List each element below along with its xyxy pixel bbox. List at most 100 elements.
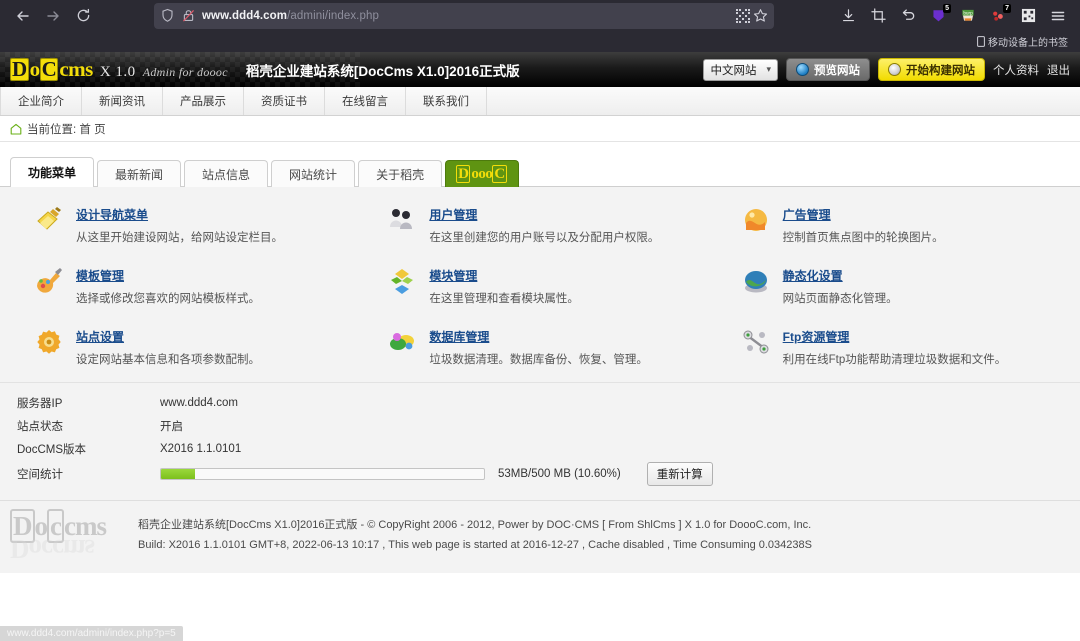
logo-letters-cms: cms	[59, 57, 93, 81]
menu-title-user-manage[interactable]: 用户管理	[429, 206, 477, 223]
page-title: 稻壳企业建站系统[DocCms X1.0]2016正式版	[245, 63, 520, 79]
menu-title-static-settings[interactable]: 静态化设置	[783, 267, 843, 284]
menu-desc-static-settings: 网站页面静态化管理。	[782, 293, 898, 306]
storage-progress-bar	[160, 468, 485, 481]
logout-link[interactable]: 退出	[1047, 62, 1070, 78]
tab-site-stats[interactable]: 网站统计	[271, 160, 356, 187]
menu-desc-design-nav: 从这里开始建设网站，给网站设定栏目。	[76, 232, 283, 244]
menu-title-module-manage[interactable]: 模块管理	[429, 267, 477, 284]
menu-desc-site-settings: 设定网站基本信息和各项参数配制。	[76, 354, 260, 367]
extension-purple-badge: 5	[943, 3, 951, 13]
bookmark-label: 移动设备上的书签	[988, 38, 1068, 49]
menu-title-template-manage[interactable]: 模板管理	[76, 267, 124, 284]
brand-logo-c: C	[492, 164, 507, 183]
reload-icon[interactable]	[68, 3, 98, 29]
function-menu-grid: 设计导航菜单 从这里开始建设网站，给网站设定栏目。 用户管理 在这里创建您的用户…	[10, 205, 1070, 368]
star-icon[interactable]	[753, 8, 768, 23]
menu-title-ad-manage[interactable]: 广告管理	[783, 206, 831, 223]
forward-arrow-icon[interactable]	[38, 3, 68, 29]
site-nav-item-certificates[interactable]: 资质证书	[244, 87, 325, 115]
undo-arrow-icon[interactable]	[894, 3, 922, 29]
menu-item-design-nav[interactable]: 设计导航菜单 从这里开始建设网站，给网站设定栏目。	[10, 205, 363, 246]
header-actions: 中文网站 ▾ 预览网站 开始构建网站 个人资料 退出	[703, 58, 1080, 81]
profile-link[interactable]: 个人资料	[993, 62, 1039, 78]
extension-red-icon[interactable]: 7	[984, 3, 1012, 29]
browser-status-bar: www.ddd4.com/admini/index.php?p=5	[0, 626, 183, 641]
address-bar[interactable]: www.ddd4.com/admini/index.php	[154, 2, 774, 29]
menu-desc-ad-manage: 控制首页焦点图中的轮换图片。	[782, 232, 944, 244]
info-label-storage: 空间统计	[17, 469, 63, 482]
menu-text-static-settings: 静态化设置 网站页面静态化管理。	[783, 266, 898, 307]
menu-title-design-nav[interactable]: 设计导航菜单	[76, 206, 148, 223]
server-info-table: 服务器IP www.ddd4.com 站点状态 开启 DocCMS版本 X201…	[0, 383, 1080, 501]
app-version: X 1.0	[99, 64, 136, 80]
info-row-version: DocCMS版本 X2016 1.1.0101	[0, 437, 1080, 460]
menu-item-template-manage[interactable]: 模板管理 选择或修改您喜欢的网站模板样式。	[10, 266, 363, 307]
info-value-server-ip: www.ddd4.com	[160, 396, 238, 409]
qr-code-icon[interactable]	[736, 8, 750, 23]
info-label-server-ip: 服务器IP	[17, 397, 63, 410]
brand-logo-mark: Dooo C	[456, 164, 508, 183]
burp-extension-icon[interactable]: burp	[954, 3, 982, 29]
tab-brand-logo[interactable]: Dooo C	[445, 160, 519, 187]
menu-item-module-manage[interactable]: 模块管理 在这里管理和查看模块属性。	[363, 266, 716, 307]
tab-site-info[interactable]: 站点信息	[184, 160, 269, 187]
tab-about[interactable]: 关于稻壳	[358, 160, 443, 187]
site-nav-item-about[interactable]: 企业简介	[0, 87, 82, 115]
bookmark-mobile-folder[interactable]: 移动设备上的书签	[973, 33, 1072, 50]
preview-site-button[interactable]: 预览网站	[786, 58, 870, 81]
menu-item-user-manage[interactable]: 用户管理 在这里创建您的用户账号以及分配用户权限。	[363, 205, 716, 246]
menu-title-database-manage[interactable]: 数据库管理	[429, 328, 489, 345]
menu-item-ad-manage[interactable]: 广告管理 控制首页焦点图中的轮换图片。	[717, 205, 1070, 246]
info-value-site-status: 开启	[160, 420, 183, 433]
footer-text: 稻壳企业建站系统[DocCms X1.0]2016正式版 - © CopyRig…	[138, 515, 812, 556]
menu-text-site-settings: 站点设置 设定网站基本信息和各项参数配制。	[76, 327, 260, 368]
menu-title-site-settings[interactable]: 站点设置	[76, 328, 124, 345]
static-settings-icon	[744, 271, 767, 293]
extension-purple-icon[interactable]: 5	[924, 3, 952, 29]
site-nav-item-products[interactable]: 产品展示	[163, 87, 244, 115]
menu-desc-database-manage: 垃圾数据清理。数据库备份、恢复、管理。	[429, 354, 648, 367]
menu-item-static-settings[interactable]: 静态化设置 网站页面静态化管理。	[717, 266, 1070, 307]
build-site-button[interactable]: 开始构建网站	[878, 58, 985, 81]
tab-function-menu[interactable]: 功能菜单	[10, 157, 95, 187]
footer-build-line: Build: X2016 1.1.0101 GMT+8, 2022-06-13 …	[138, 539, 812, 552]
site-nav-item-news[interactable]: 新闻资讯	[82, 87, 163, 115]
build-site-label: 开始构建网站	[906, 64, 975, 77]
downloads-icon[interactable]	[834, 3, 862, 29]
site-nav-item-message[interactable]: 在线留言	[325, 87, 406, 115]
brand-logo-d: D	[456, 164, 471, 183]
info-label-version: DocCMS版本	[17, 443, 87, 456]
site-nav: 企业简介 新闻资讯 产品展示 资质证书 在线留言 联系我们	[0, 87, 1080, 116]
database-manage-icon	[390, 333, 415, 351]
recalculate-button[interactable]: 重新计算	[646, 462, 713, 487]
url-text[interactable]: www.ddd4.com/admini/index.php	[202, 10, 730, 22]
menu-item-ftp-manage[interactable]: Ftp资源管理 利用在线Ftp功能帮助清理垃圾数据和文件。	[717, 327, 1070, 368]
menu-item-site-settings[interactable]: 站点设置 设定网站基本信息和各项参数配制。	[10, 327, 363, 368]
menu-text-design-nav: 设计导航菜单 从这里开始建设网站，给网站设定栏目。	[76, 205, 283, 246]
disc-icon	[888, 63, 901, 76]
back-arrow-icon[interactable]	[8, 3, 38, 29]
footer-copyright-line: 稻壳企业建站系统[DocCms X1.0]2016正式版 - © CopyRig…	[138, 518, 812, 531]
app-subtitle: Admin for doooc	[142, 65, 228, 79]
language-select-value: 中文网站	[710, 64, 757, 77]
user-manage-icon	[390, 209, 413, 229]
menu-desc-module-manage: 在这里管理和查看模块属性。	[429, 293, 579, 306]
browser-nav-row: www.ddd4.com/admini/index.php 5 burp 7	[0, 0, 1080, 31]
menu-title-ftp-manage[interactable]: Ftp资源管理	[783, 328, 850, 345]
menu-item-database-manage[interactable]: 数据库管理 垃圾数据清理。数据库备份、恢复、管理。	[363, 327, 716, 368]
app-logo[interactable]: DoC cms X 1.0 Admin for doooc	[0, 58, 228, 81]
qr-extension-icon[interactable]	[1014, 3, 1042, 29]
bookmarks-bar: 移动设备上的书签	[0, 31, 1080, 52]
tab-latest-news[interactable]: 最新新闻	[97, 160, 182, 187]
info-value-version: X2016 1.1.0101	[160, 442, 242, 455]
logo-letter-o: o	[29, 57, 41, 81]
shield-icon	[162, 8, 173, 22]
hamburger-menu-icon[interactable]	[1044, 3, 1072, 29]
tab-bar: 功能菜单 最新新闻 站点信息 网站统计 关于稻壳 Dooo C	[0, 142, 1080, 187]
browser-chrome: www.ddd4.com/admini/index.php 5 burp 7 移…	[0, 0, 1080, 52]
screenshot-crop-icon[interactable]	[864, 3, 892, 29]
brand-logo-ooo: ooo	[471, 165, 493, 182]
site-nav-item-contact[interactable]: 联系我们	[406, 87, 487, 115]
language-select[interactable]: 中文网站 ▾	[703, 58, 778, 81]
